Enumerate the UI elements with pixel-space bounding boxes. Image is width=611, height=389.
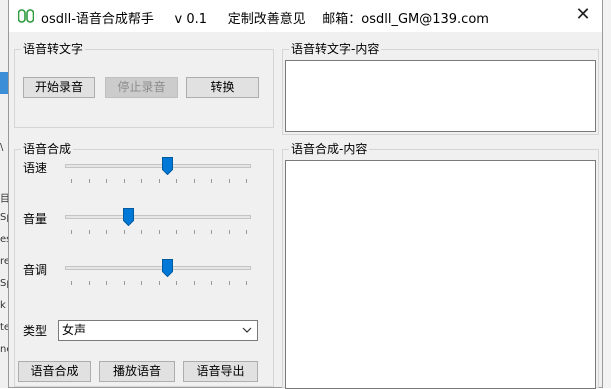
background-text-fragment: k — [0, 300, 6, 311]
slider-tick — [228, 179, 230, 183]
speed-slider-ticks — [71, 179, 247, 185]
slider-tick — [176, 281, 177, 285]
speech-to-text-group-label: 语音转文字 — [21, 42, 86, 56]
pitch-label: 音调 — [23, 263, 48, 277]
slider-tick — [123, 281, 125, 285]
slider-tick — [211, 179, 212, 183]
background-window-accent — [0, 72, 8, 94]
close-icon: ✕ — [575, 4, 591, 25]
chevron-down-icon — [242, 327, 252, 333]
slider-tick — [158, 230, 160, 234]
speed-slider-track[interactable] — [65, 164, 251, 168]
pitch-slider-ticks — [71, 281, 247, 287]
slider-tick — [246, 281, 247, 285]
convert-button[interactable]: 转换 — [186, 77, 259, 98]
slider-tick — [193, 179, 195, 183]
stop-recording-button[interactable]: 停止录音 — [105, 77, 178, 98]
slider-tick — [193, 281, 195, 285]
synthesis-text-input[interactable] — [285, 160, 596, 389]
start-recording-button[interactable]: 开始录音 — [23, 77, 95, 98]
speech-to-text-content-label: 语音转文字-内容 — [289, 42, 382, 56]
title-bar[interactable]: osdll-语音合成帮手 v 0.1 定制改善意见 邮箱：osdll_GM@13… — [9, 0, 602, 32]
pitch-slider-track[interactable] — [65, 266, 251, 270]
background-text-fragment: Sp — [0, 212, 8, 223]
slider-tick — [158, 179, 160, 183]
slider-tick — [106, 230, 107, 234]
slider-tick — [176, 179, 177, 183]
slider-tick — [228, 281, 230, 285]
background-text-fragment: te — [0, 322, 8, 333]
type-label: 类型 — [23, 324, 48, 338]
background-text-fragment: es — [0, 234, 8, 245]
slider-tick — [211, 281, 212, 285]
pitch-slider-thumb[interactable] — [161, 259, 173, 277]
speed-label: 语速 — [23, 161, 48, 175]
slider-tick — [123, 179, 125, 183]
slider-tick — [106, 281, 107, 285]
speech-to-text-output[interactable] — [285, 60, 596, 132]
volume-slider-track[interactable] — [65, 215, 251, 219]
slider-tick — [71, 281, 72, 285]
app-window: osdll-语音合成帮手 v 0.1 定制改善意见 邮箱：osdll_GM@13… — [8, 0, 603, 389]
close-button[interactable]: ✕ — [568, 4, 598, 28]
volume-slider-ticks — [71, 230, 247, 236]
slider-tick — [176, 230, 177, 234]
app-icon — [18, 9, 34, 23]
slider-tick — [123, 230, 125, 234]
slider-tick — [88, 179, 90, 183]
synthesis-content-label: 语音合成-内容 — [289, 142, 370, 156]
slider-tick — [246, 230, 247, 234]
slider-tick — [88, 281, 90, 285]
synthesize-button[interactable]: 语音合成 — [18, 361, 91, 382]
volume-slider-thumb[interactable] — [122, 208, 134, 226]
export-audio-button[interactable]: 语音导出 — [183, 361, 258, 382]
slider-tick — [141, 179, 142, 183]
window-title: osdll-语音合成帮手 v 0.1 定制改善意见 邮箱：osdll_GM@13… — [41, 12, 489, 27]
play-audio-button[interactable]: 播放语音 — [99, 361, 175, 382]
synthesis-content-group: 语音合成-内容 — [282, 142, 599, 389]
background-text-fragment: \ — [0, 142, 4, 153]
slider-tick — [158, 281, 160, 285]
slider-tick — [88, 230, 90, 234]
voice-type-value: 女声 — [62, 323, 87, 337]
speech-to-text-content-group: 语音转文字-内容 — [282, 42, 599, 135]
voice-type-select[interactable]: 女声 — [58, 320, 258, 341]
speed-slider-thumb[interactable] — [161, 157, 173, 175]
slider-tick — [141, 230, 142, 234]
background-text-fragment: Sp — [0, 278, 8, 289]
speech-to-text-group: 语音转文字 开始录音 停止录音 转换 — [14, 42, 274, 128]
background-text-fragment: 目 — [0, 194, 8, 205]
background-text-fragment: re — [0, 256, 8, 267]
slider-tick — [71, 179, 72, 183]
background-window-right — [602, 0, 611, 388]
slider-tick — [193, 230, 195, 234]
slider-tick — [246, 179, 247, 183]
slider-tick — [228, 230, 230, 234]
background-text-fragment: ne — [0, 344, 8, 355]
synthesis-group-label: 语音合成 — [21, 142, 74, 156]
slider-tick — [141, 281, 142, 285]
synthesis-group: 语音合成 语速 音量 音调 类型 女声 语音合成 播放语音 语音导出 — [14, 142, 274, 387]
slider-tick — [211, 230, 212, 234]
volume-label: 音量 — [23, 212, 48, 226]
slider-tick — [106, 179, 107, 183]
slider-tick — [71, 230, 72, 234]
